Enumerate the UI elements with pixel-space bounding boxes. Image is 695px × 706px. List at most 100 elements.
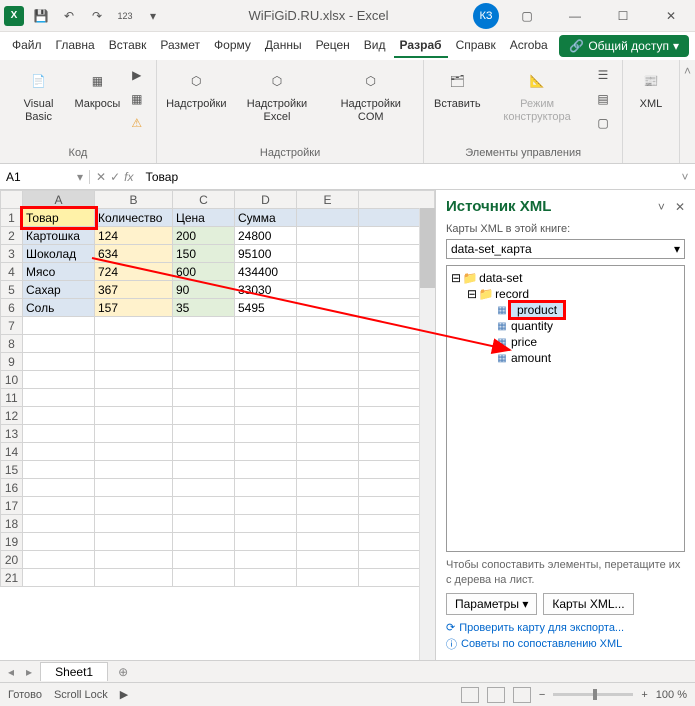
cell[interactable] — [23, 335, 95, 353]
cell[interactable] — [297, 353, 359, 371]
cell[interactable]: 434400 — [235, 263, 297, 281]
cell[interactable] — [95, 533, 173, 551]
sheet-nav-next[interactable]: ▸ — [22, 665, 36, 679]
col-header-e[interactable]: E — [297, 191, 359, 209]
cell[interactable] — [297, 425, 359, 443]
excel-addins-button[interactable]: ⬡ Надстройки Excel — [232, 64, 322, 126]
tab-help[interactable]: Справк — [450, 34, 502, 58]
tab-file[interactable]: Файл — [6, 34, 48, 58]
cell[interactable] — [173, 533, 235, 551]
record-macro-button[interactable]: ▶ — [126, 64, 148, 86]
cell[interactable] — [235, 461, 297, 479]
cell[interactable] — [235, 515, 297, 533]
cell[interactable] — [173, 335, 235, 353]
cell[interactable] — [173, 353, 235, 371]
cell[interactable] — [235, 479, 297, 497]
cell[interactable] — [297, 317, 359, 335]
cell[interactable] — [297, 551, 359, 569]
com-addins-button[interactable]: ⬡ Надстройки COM — [326, 64, 415, 126]
select-all-corner[interactable] — [1, 191, 23, 209]
cell[interactable] — [173, 407, 235, 425]
cell[interactable] — [23, 497, 95, 515]
undo-icon[interactable]: ↶ — [58, 5, 80, 27]
macro-record-icon[interactable]: ▶ — [120, 688, 128, 701]
run-dialog-button[interactable]: ▢ — [592, 112, 614, 134]
row-header[interactable]: 18 — [1, 515, 23, 533]
pane-close-icon[interactable]: ✕ — [675, 200, 685, 214]
row-header[interactable]: 12 — [1, 407, 23, 425]
spreadsheet-grid[interactable]: A B C D E 1 Товар Количество Цена Сумма … — [0, 190, 435, 660]
cell[interactable] — [235, 407, 297, 425]
row-header[interactable]: 1 — [1, 209, 23, 227]
cell[interactable]: Мясо — [23, 263, 95, 281]
cell[interactable] — [235, 353, 297, 371]
cell[interactable] — [235, 569, 297, 587]
properties-button[interactable]: ☰ — [592, 64, 614, 86]
xml-tips-link[interactable]: ⓘ Советы по сопоставлению XML — [446, 636, 685, 652]
cell[interactable] — [235, 533, 297, 551]
xml-tree[interactable]: ⊟ 📁 data-set ⊟ 📁 record ▦ product ▦ quan… — [446, 265, 685, 552]
zoom-level[interactable]: 100 % — [656, 689, 687, 701]
cell[interactable] — [23, 389, 95, 407]
cell[interactable] — [173, 443, 235, 461]
cell[interactable] — [95, 479, 173, 497]
cell[interactable] — [297, 371, 359, 389]
zoom-out-button[interactable]: − — [539, 689, 545, 701]
cell[interactable] — [23, 533, 95, 551]
cell[interactable] — [23, 479, 95, 497]
row-header[interactable]: 7 — [1, 317, 23, 335]
xml-maps-button[interactable]: Карты XML... — [543, 593, 633, 615]
cell[interactable] — [23, 407, 95, 425]
cell[interactable] — [23, 425, 95, 443]
tab-data[interactable]: Данны — [259, 34, 308, 58]
cell[interactable] — [23, 443, 95, 461]
user-avatar[interactable]: КЗ — [473, 3, 499, 29]
cell[interactable] — [95, 371, 173, 389]
cell-b1[interactable]: Количество — [95, 209, 173, 227]
row-header[interactable]: 3 — [1, 245, 23, 263]
cell[interactable]: 200 — [173, 227, 235, 245]
cell[interactable] — [95, 407, 173, 425]
cell[interactable] — [297, 497, 359, 515]
cell[interactable]: 634 — [95, 245, 173, 263]
row-header[interactable]: 17 — [1, 497, 23, 515]
macros-button[interactable]: ▦ Макросы — [73, 64, 122, 113]
cell[interactable] — [297, 443, 359, 461]
cell[interactable] — [297, 389, 359, 407]
tab-acrobat[interactable]: Acroba — [504, 34, 554, 58]
cell[interactable] — [173, 389, 235, 407]
row-header[interactable]: 5 — [1, 281, 23, 299]
cell[interactable] — [235, 317, 297, 335]
cell[interactable] — [173, 479, 235, 497]
cell[interactable] — [297, 299, 359, 317]
cell[interactable]: 367 — [95, 281, 173, 299]
cell[interactable] — [95, 317, 173, 335]
cancel-icon[interactable]: ✕ — [96, 170, 106, 184]
cell[interactable] — [297, 281, 359, 299]
row-header[interactable]: 15 — [1, 461, 23, 479]
cell[interactable] — [297, 263, 359, 281]
cell[interactable]: 150 — [173, 245, 235, 263]
row-header[interactable]: 4 — [1, 263, 23, 281]
sheet-nav-prev[interactable]: ◂ — [4, 665, 18, 679]
zoom-in-button[interactable]: + — [641, 689, 647, 701]
cell[interactable]: 157 — [95, 299, 173, 317]
save-icon[interactable]: 💾 — [30, 5, 52, 27]
cell[interactable]: 600 — [173, 263, 235, 281]
cell[interactable] — [95, 425, 173, 443]
tab-developer[interactable]: Разраб — [394, 34, 448, 58]
cell[interactable] — [173, 551, 235, 569]
macro-security-button[interactable]: ⚠ — [126, 112, 148, 134]
col-header-a[interactable]: A — [23, 191, 95, 209]
cell[interactable] — [297, 461, 359, 479]
cell[interactable] — [173, 515, 235, 533]
tree-root[interactable]: ⊟ 📁 data-set — [451, 270, 680, 286]
cell[interactable] — [95, 335, 173, 353]
tab-layout[interactable]: Размет — [154, 34, 206, 58]
cell[interactable] — [95, 551, 173, 569]
cell[interactable] — [297, 335, 359, 353]
formula-input[interactable]: Товар — [139, 170, 675, 184]
row-header[interactable]: 19 — [1, 533, 23, 551]
cell[interactable]: Картошка — [23, 227, 95, 245]
col-header-c[interactable]: C — [173, 191, 235, 209]
